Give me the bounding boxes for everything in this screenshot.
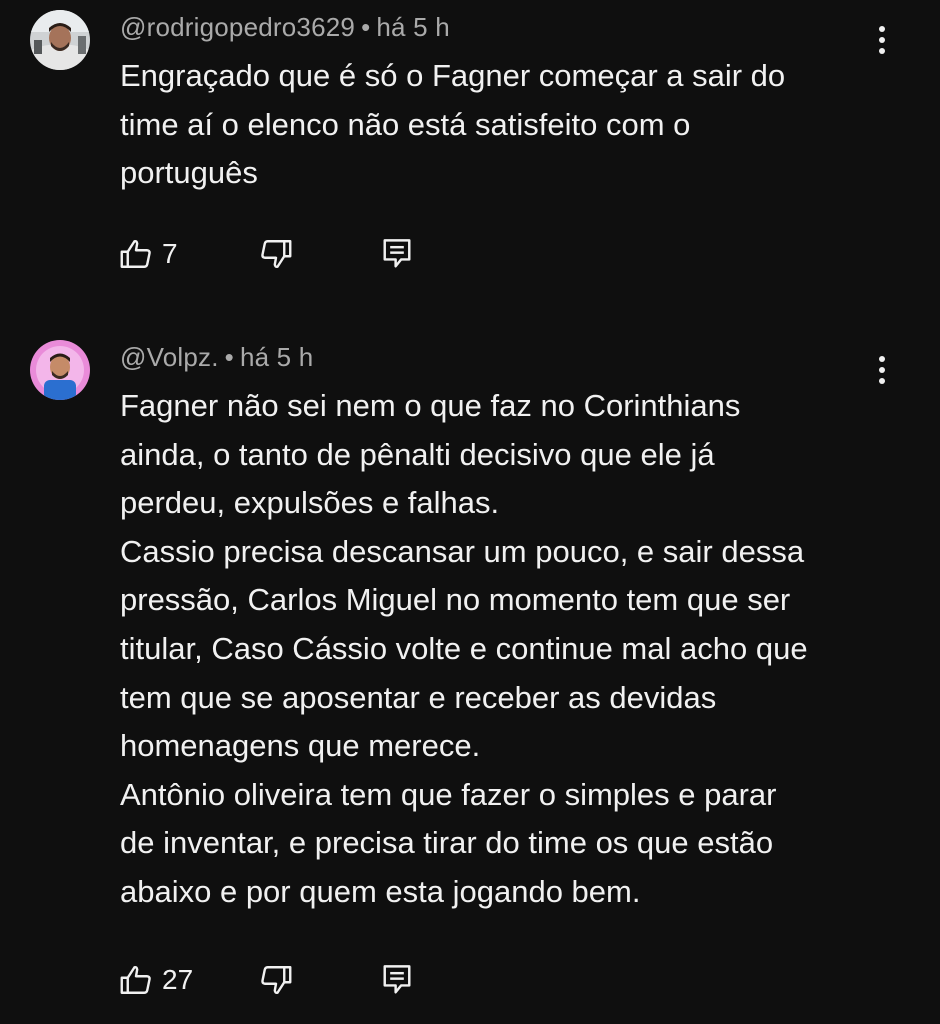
reply-comment-icon	[383, 239, 411, 268]
comment-actions: 27	[118, 960, 438, 1000]
comment-item: @Volpz. • há 5 h Fagner não sei nem o que …	[0, 330, 940, 1024]
comment-timestamp[interactable]: há 5 h	[376, 12, 450, 42]
comment-meta: @Volpz. • há 5 h	[120, 342, 313, 373]
reply-comment-icon	[383, 965, 411, 994]
user-avatar-photo	[30, 340, 90, 400]
author-handle[interactable]: @rodrigopedro3629	[120, 12, 355, 42]
comment-item: @rodrigopedro3629 • há 5 h Engraçado que é…	[0, 0, 940, 300]
meta-separator: •	[361, 12, 371, 42]
like-count: 7	[162, 238, 178, 269]
comment-meta: @rodrigopedro3629 • há 5 h	[120, 12, 450, 43]
user-avatar-photo	[30, 10, 90, 70]
avatar[interactable]	[30, 340, 90, 400]
more-vertical-icon	[879, 26, 885, 54]
reply-button[interactable]	[382, 960, 412, 1000]
avatar[interactable]	[30, 10, 90, 70]
thumbs-up-icon	[120, 965, 151, 994]
thumbs-down-icon	[261, 966, 292, 995]
like-button[interactable]: 27	[118, 960, 193, 1000]
thumbs-down-icon	[261, 240, 292, 269]
comment-timestamp[interactable]: há 5 h	[240, 342, 314, 372]
more-vertical-icon	[879, 356, 885, 384]
comment-text: Engraçado que é só o Fagner começar a sa…	[120, 58, 786, 191]
comment-actions: 7	[118, 234, 438, 274]
comment-text: Fagner não sei nem o que faz no Corinthi…	[120, 388, 808, 909]
thumbs-up-icon	[120, 239, 151, 268]
meta-separator: •	[224, 342, 234, 372]
like-button[interactable]: 7	[118, 234, 178, 274]
like-count: 27	[162, 964, 194, 995]
reply-button[interactable]	[382, 234, 412, 274]
dislike-button[interactable]	[258, 234, 294, 274]
author-handle[interactable]: @Volpz.	[120, 342, 219, 372]
dislike-button[interactable]	[258, 960, 294, 1000]
